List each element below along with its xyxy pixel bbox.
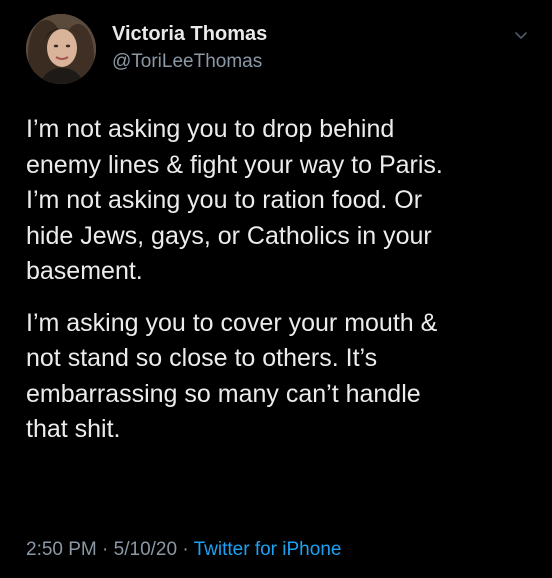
meta-separator: ·: [96, 539, 114, 560]
tweet-paragraph: I’m asking you to cover your mouth & not…: [26, 308, 438, 444]
tweet-text: I’m not asking you to drop behind enemy …: [26, 112, 536, 448]
tweet-paragraph: I’m not asking you to drop behind enemy …: [26, 115, 443, 285]
tweet-date[interactable]: 5/10/20: [114, 539, 177, 560]
profile-photo-icon: [26, 14, 96, 84]
tweet-header: Victoria Thomas @ToriLeeThomas: [24, 12, 532, 86]
tweet-time[interactable]: 2:50 PM: [26, 539, 97, 560]
author-names: Victoria Thomas @ToriLeeThomas: [112, 22, 267, 74]
chevron-down-icon[interactable]: [510, 24, 532, 46]
meta-separator: ·: [177, 539, 194, 560]
tweet-meta: 2:50 PM · 5/10/20 · Twitter for iPhone: [26, 538, 341, 562]
tweet-source-link[interactable]: Twitter for iPhone: [194, 539, 342, 560]
user-handle[interactable]: @ToriLeeThomas: [112, 50, 267, 74]
tweet: Victoria Thomas @ToriLeeThomas I’m not a…: [0, 0, 552, 578]
avatar[interactable]: [26, 14, 96, 84]
display-name[interactable]: Victoria Thomas: [112, 22, 267, 46]
